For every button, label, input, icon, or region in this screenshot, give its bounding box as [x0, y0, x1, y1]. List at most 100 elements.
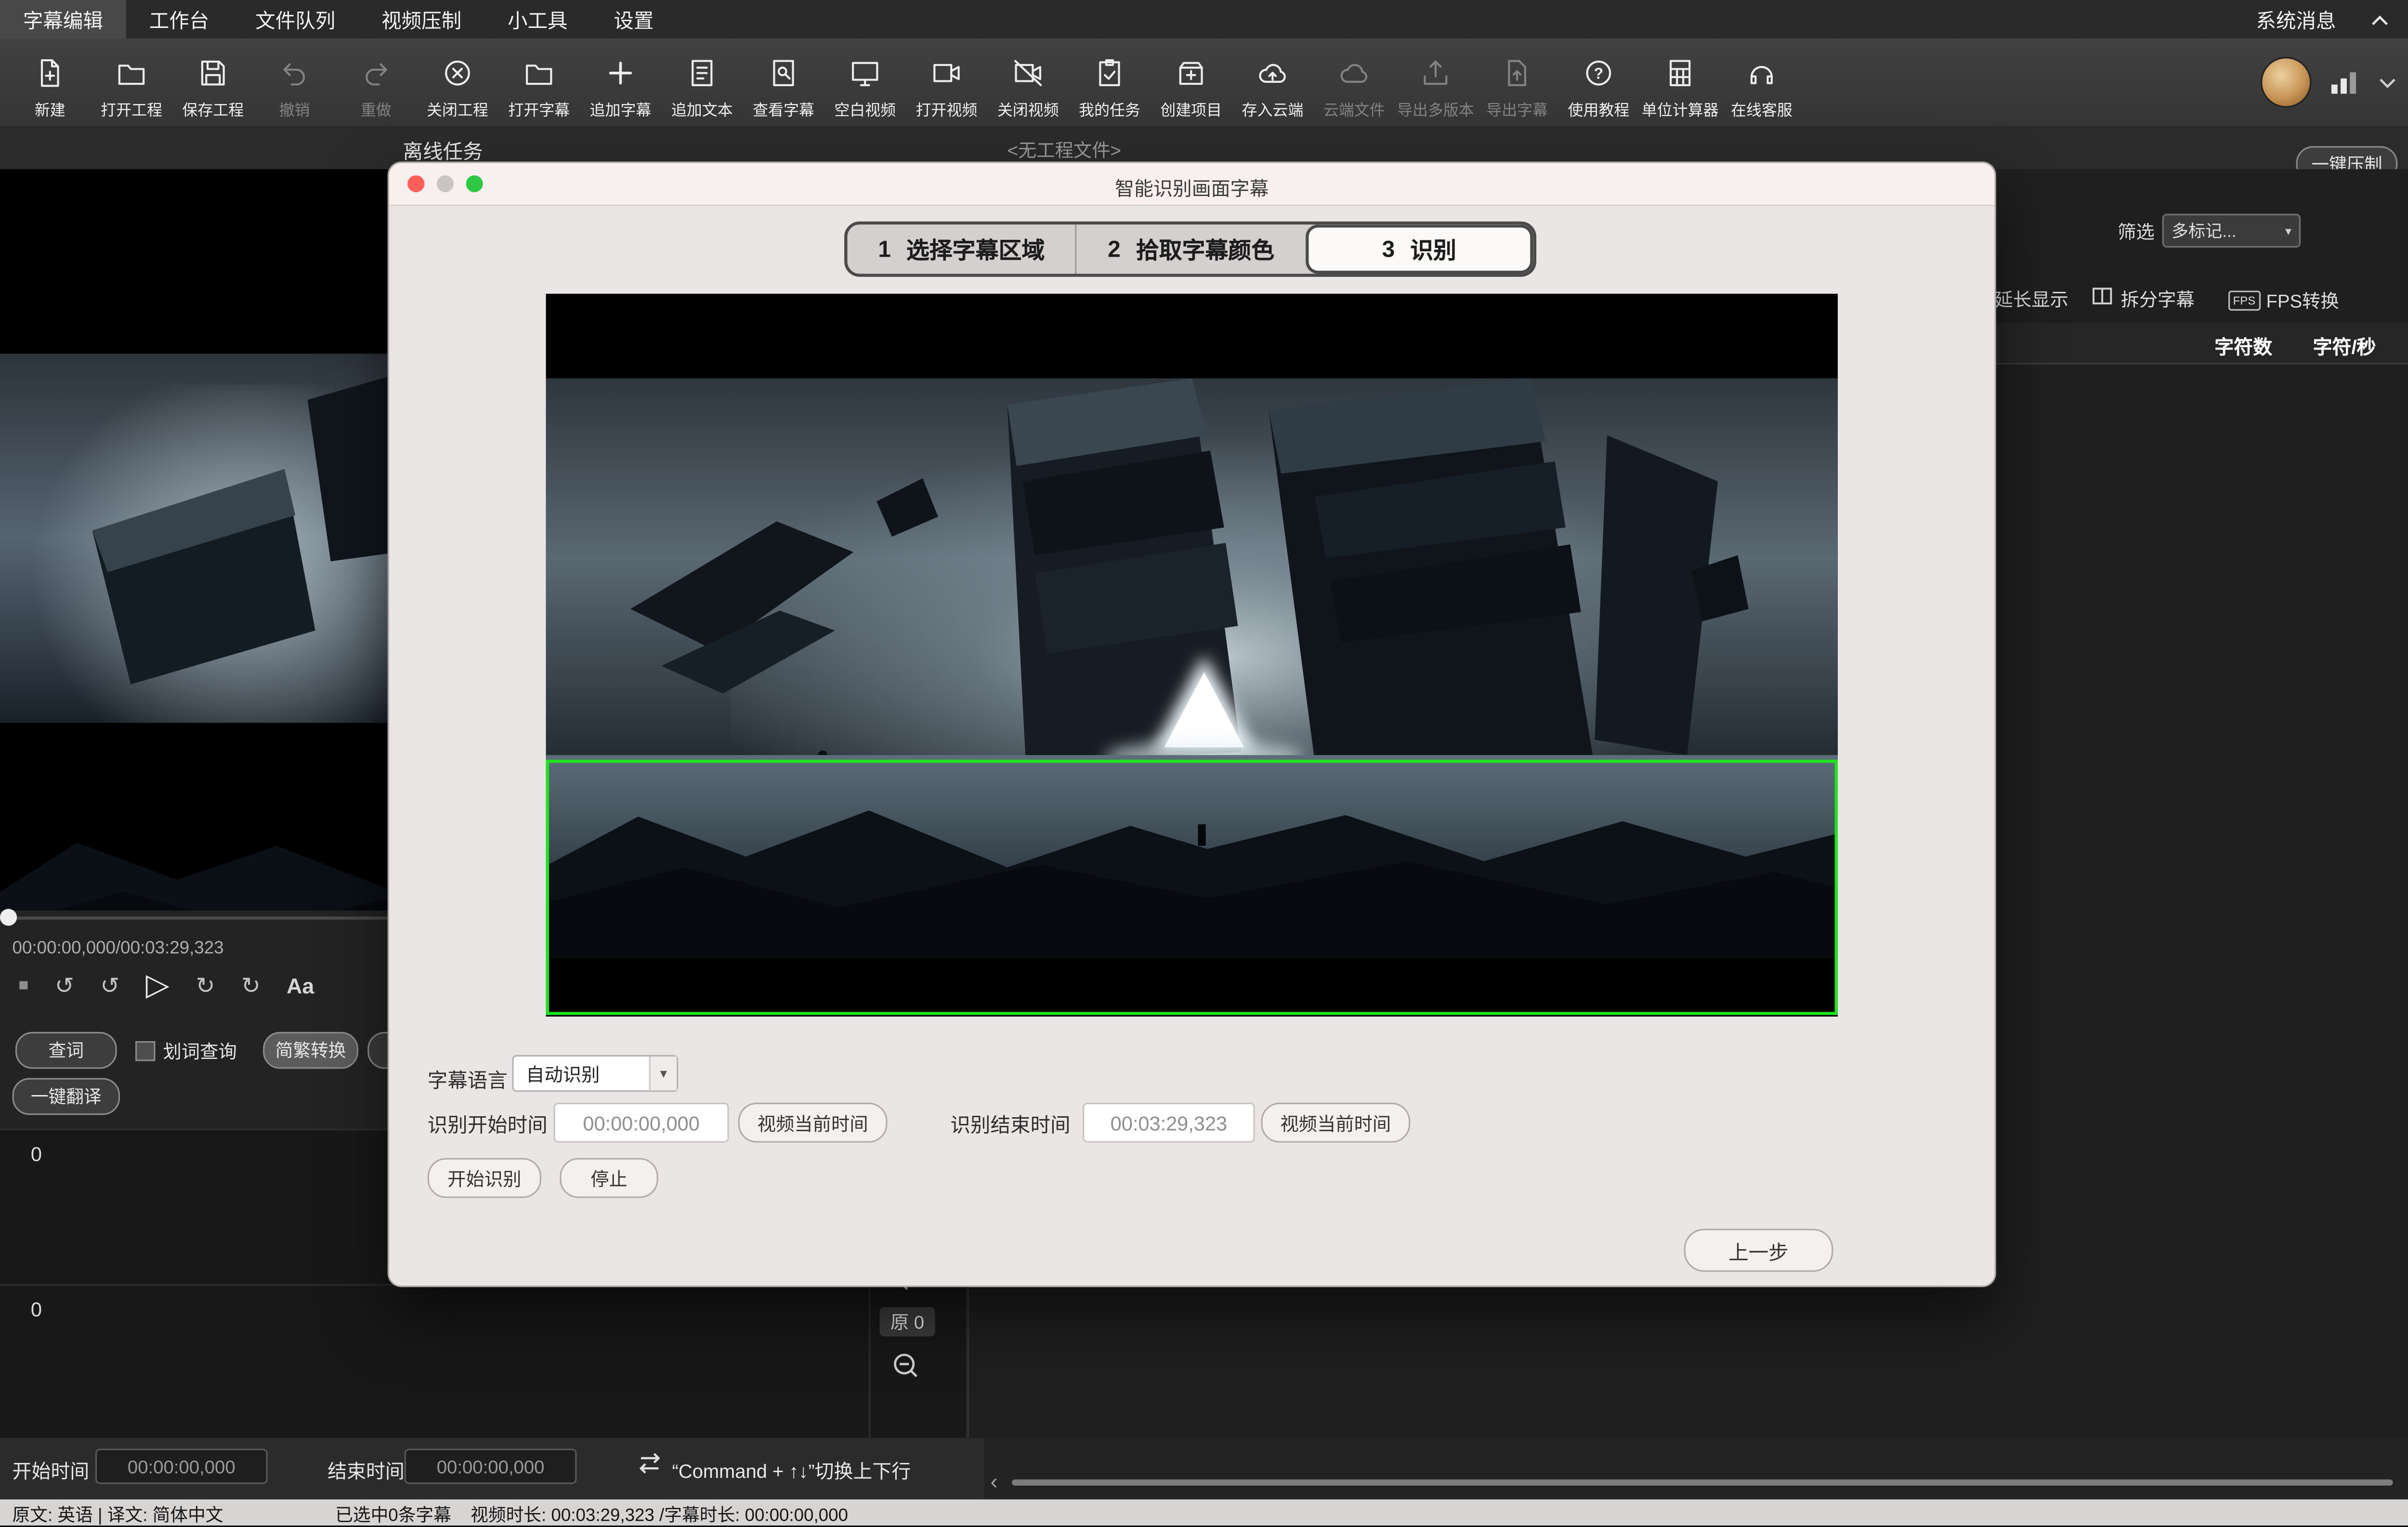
- toolbar-blank-video-button[interactable]: 空白视频: [824, 45, 906, 120]
- toolbar-close-video-button[interactable]: 关闭视频: [987, 45, 1069, 120]
- toolbar-button-label: 关闭工程: [427, 97, 488, 120]
- toolbar-tutorial-button[interactable]: ? 使用教程: [1558, 45, 1639, 120]
- previous-step-button[interactable]: 上一步: [1684, 1229, 1833, 1272]
- menubar-item-workbench[interactable]: 工作台: [126, 0, 232, 39]
- toolbar-view-subtitle-button[interactable]: 查看字幕: [743, 45, 824, 120]
- menubar: 字幕编辑工作台文件队列视频压制小工具设置 系统消息: [0, 0, 2408, 39]
- toolbar-button-label: 使用教程: [1568, 97, 1630, 120]
- menubar-item-settings[interactable]: 设置: [590, 0, 677, 39]
- swap-rows-icon[interactable]: [635, 1449, 665, 1478]
- horizontal-scrollbar[interactable]: [1012, 1479, 2393, 1486]
- dialog-step-1-tab[interactable]: 1选择字幕区域: [847, 224, 1075, 274]
- toolbar-append-text-button[interactable]: 追加文本: [661, 45, 743, 120]
- recognize-end-input[interactable]: 00:03:29,323: [1083, 1103, 1255, 1143]
- calculator-icon: [1664, 52, 1696, 94]
- system-message-menu[interactable]: 系统消息: [2256, 5, 2336, 34]
- avatar[interactable]: [2261, 57, 2311, 107]
- player-play-icon[interactable]: ▷: [146, 970, 170, 1001]
- toolbar-new-button[interactable]: 新建: [9, 45, 91, 120]
- extend-display-button[interactable]: 延长显示: [1995, 286, 2068, 312]
- subtitle-region-selection[interactable]: [546, 760, 1838, 1015]
- offline-task-label: 离线任务: [403, 135, 483, 165]
- cloud-up-icon: [1256, 52, 1289, 94]
- menubar-item-video-encoding[interactable]: 视频压制: [358, 0, 484, 39]
- toolbar-create-project-button[interactable]: 创建项目: [1151, 45, 1232, 120]
- dialog-video-frame[interactable]: [546, 294, 1838, 1017]
- undo-icon: [278, 52, 311, 94]
- player-step-back-icon[interactable]: ↺: [100, 974, 119, 997]
- menubar-item-subtitle-editor[interactable]: 字幕编辑: [0, 0, 126, 39]
- start-recognize-button[interactable]: 开始识别: [428, 1158, 541, 1198]
- filter-dropdown[interactable]: 多标记... ▾: [2162, 214, 2301, 248]
- menubar-item-file-queue[interactable]: 文件队列: [232, 0, 358, 39]
- step-number: 1: [878, 236, 891, 262]
- app-window: 字幕编辑工作台文件队列视频压制小工具设置 系统消息 新建打开工程保存工程撤销重做…: [0, 0, 2408, 1526]
- no-project-label: <无工程文件>: [1008, 137, 1121, 163]
- toolbar-button-label: 空白视频: [834, 97, 896, 120]
- selection-lookup-checkbox[interactable]: [135, 1041, 156, 1061]
- toolbar-unit-calculator-button[interactable]: 单位计算器: [1639, 45, 1721, 120]
- chevron-down-icon: ▾: [2285, 224, 2291, 238]
- subtitle-row-translation[interactable]: 0: [0, 1286, 966, 1441]
- recognize-start-input[interactable]: 00:00:00,000: [554, 1103, 729, 1143]
- seek-knob[interactable]: [0, 909, 17, 926]
- word-lookup-button[interactable]: 查词: [15, 1032, 117, 1069]
- toolbar-button-label: 保存工程: [182, 97, 244, 120]
- player-stop-icon[interactable]: ■: [18, 978, 28, 994]
- toolbar-button-label: 关闭视频: [997, 97, 1059, 120]
- help-icon: ?: [1583, 52, 1615, 94]
- step-label: 拾取字幕颜色: [1136, 233, 1274, 265]
- toolbar-open-subtitle-button[interactable]: 打开字幕: [498, 45, 580, 120]
- video-frame-image: [0, 169, 388, 910]
- fps-convert-button[interactable]: FPSFPS转换: [2228, 287, 2339, 315]
- toolbar: 新建打开工程保存工程撤销重做关闭工程打开字幕追加字幕追加文本查看字幕空白视频打开…: [0, 39, 2408, 126]
- folder-open-icon: [523, 52, 555, 94]
- toolbar-button-label: 导出多版本: [1397, 97, 1474, 120]
- chevron-down-icon[interactable]: [2379, 76, 2396, 89]
- player-step-forward-icon[interactable]: ↻: [196, 974, 215, 997]
- menubar-items: 字幕编辑工作台文件队列视频压制小工具设置: [0, 0, 677, 39]
- step-label: 识别: [1410, 233, 1456, 265]
- toolbar-save-project-button[interactable]: 保存工程: [172, 45, 254, 120]
- use-current-time-start-button[interactable]: 视频当前时间: [738, 1103, 888, 1143]
- toolbar-open-video-button[interactable]: 打开视频: [906, 45, 987, 120]
- step-segmented-control: 1选择字幕区域2拾取字幕颜色 3 识别: [844, 222, 1536, 277]
- player-replay-back-icon[interactable]: ↺: [55, 974, 74, 997]
- one-key-translate-button[interactable]: 一键翻译: [13, 1078, 120, 1115]
- toolbar-open-project-button[interactable]: 打开工程: [91, 45, 172, 120]
- toolbar-append-subtitle-button[interactable]: 追加字幕: [580, 45, 661, 120]
- dialog-step-3-tab[interactable]: 3 识别: [1305, 224, 1533, 274]
- subtitle-language-select[interactable]: 自动识别 ▾: [512, 1055, 678, 1092]
- video-preview[interactable]: [0, 169, 388, 910]
- use-current-time-end-button[interactable]: 视频当前时间: [1261, 1103, 1410, 1143]
- toolbar-close-project-button[interactable]: 关闭工程: [417, 45, 498, 120]
- player-font-size-icon[interactable]: Aa: [287, 975, 314, 997]
- step-number: 3: [1382, 236, 1395, 262]
- toolbar-button-label: 重做: [361, 97, 392, 120]
- toolbar-button-label: 打开字幕: [508, 97, 570, 120]
- toolbar-save-to-cloud-button[interactable]: 存入云端: [1232, 45, 1313, 120]
- menubar-right: 系统消息: [2256, 5, 2408, 34]
- simplified-traditional-button[interactable]: 简繁转换: [263, 1032, 358, 1069]
- stop-button[interactable]: 停止: [560, 1158, 658, 1198]
- toolbar-button-label: 创建项目: [1160, 97, 1222, 120]
- player-transport-controls: ■ ↺ ↺ ▷ ↻ ↻ Aa: [18, 966, 314, 1006]
- start-time-input[interactable]: 00:00:00,000: [95, 1449, 268, 1484]
- toolbar-export-subtitle-button: 导出字幕: [1477, 45, 1558, 120]
- end-time-input[interactable]: 00:00:00,000: [405, 1449, 577, 1484]
- seek-bar[interactable]: [0, 916, 388, 919]
- duration-info: 视频时长: 00:03:29,323 /字幕时长: 00:00:00,000: [471, 1502, 848, 1527]
- toolbar-cloud-files-button: 云端文件: [1313, 45, 1395, 120]
- hscroll-left-icon[interactable]: ‹: [990, 1469, 997, 1493]
- player-replay-forward-icon[interactable]: ↻: [241, 974, 261, 997]
- toolbar-my-tasks-button[interactable]: 我的任务: [1069, 45, 1150, 120]
- menubar-item-tools[interactable]: 小工具: [484, 0, 590, 39]
- dialog-step-2-tab[interactable]: 2拾取字幕颜色: [1075, 224, 1305, 274]
- toolbar-export-multi-version-button: 导出多版本: [1395, 45, 1476, 120]
- chevron-up-icon[interactable]: [2370, 12, 2390, 27]
- split-subtitle-button[interactable]: 拆分字幕: [2120, 286, 2194, 312]
- zoom-out-icon[interactable]: [892, 1352, 919, 1379]
- svg-text:?: ?: [1594, 65, 1604, 82]
- toolbar-online-support-button[interactable]: 在线客服: [1721, 45, 1802, 120]
- toolbar-right: [2261, 39, 2396, 126]
